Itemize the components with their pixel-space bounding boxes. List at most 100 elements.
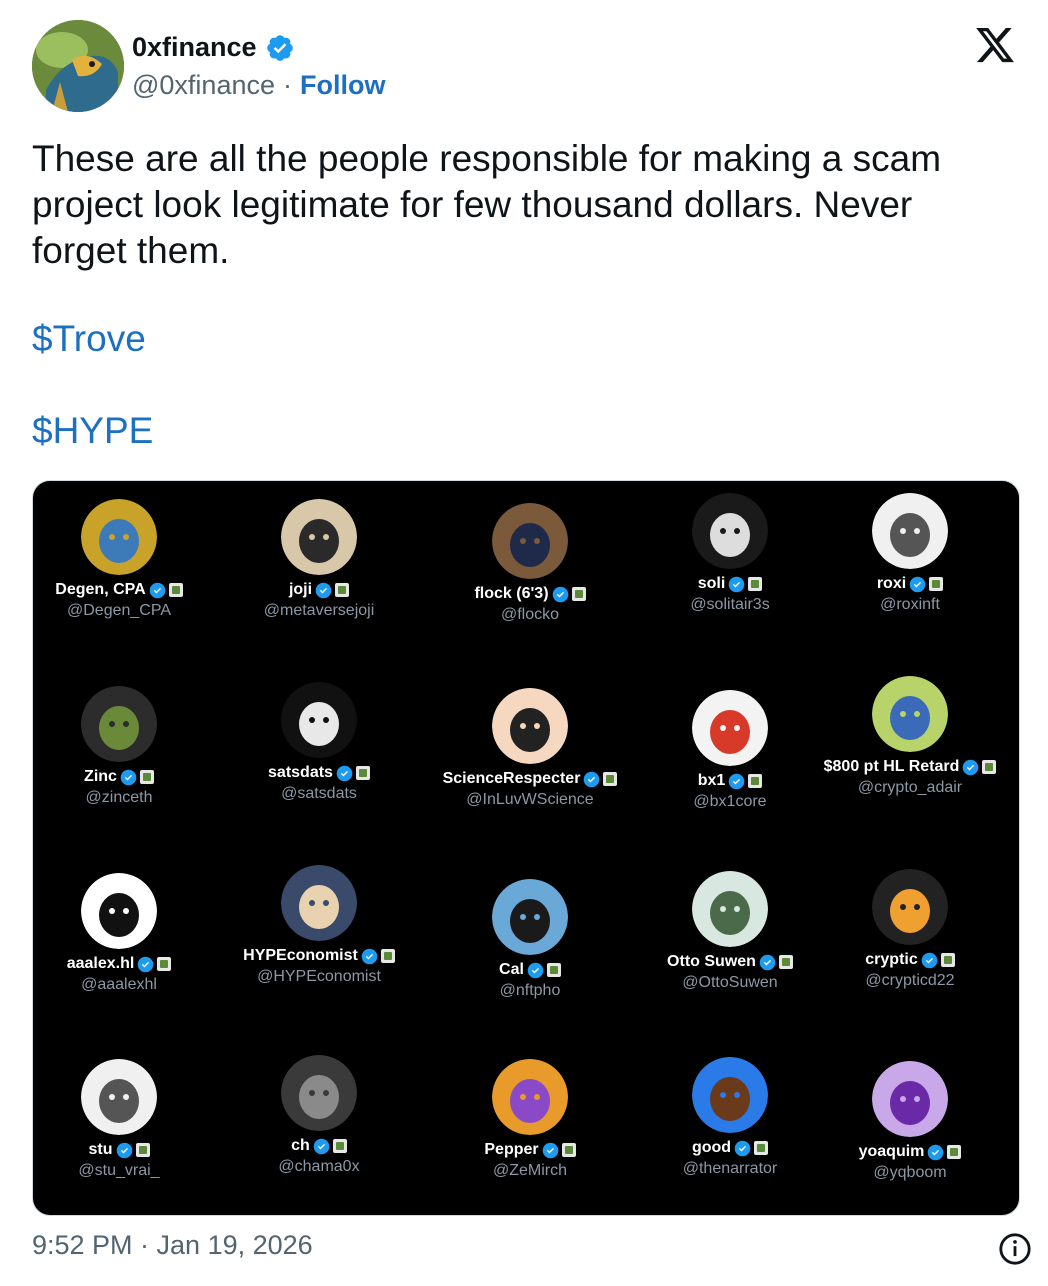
affiliate-badge-icon	[982, 760, 997, 774]
media-person-card: flock (6'3) @flocko	[430, 503, 630, 624]
media-person-avatar	[692, 690, 768, 766]
media-person-avatar	[872, 676, 948, 752]
media-person-name-row: yoaquim	[810, 1143, 1010, 1161]
verified-badge-icon	[928, 1144, 944, 1160]
media-person-name-row: stu	[33, 1141, 219, 1159]
media-person-card: aaalex.hl @aaalexhl	[33, 873, 219, 994]
affiliate-badge-icon	[135, 1143, 150, 1157]
affiliate-badge-icon	[778, 955, 793, 969]
follow-button[interactable]: Follow	[300, 70, 385, 101]
affiliate-badge-icon	[603, 772, 618, 786]
affiliate-badge-icon	[940, 953, 955, 967]
media-person-name-row: flock (6'3)	[430, 585, 630, 603]
media-person-handle: @crypticd22	[865, 972, 955, 989]
author-name-row: 0xfinance	[132, 32, 295, 63]
media-person-avatar	[492, 879, 568, 955]
verified-badge-icon	[728, 773, 745, 789]
media-person-card: HYPEconomist @HYPEconomist	[219, 865, 419, 986]
verified-badge-icon	[759, 954, 776, 970]
media-person-handle: @Degen_CPA	[67, 602, 171, 619]
media-person-handle: @zinceth	[85, 789, 153, 806]
media-person-name: HYPEconomist	[243, 947, 358, 964]
media-person-handle: @roxinft	[880, 596, 940, 613]
verified-badge-icon	[552, 586, 568, 602]
info-icon[interactable]	[998, 1232, 1032, 1266]
affiliate-badge-icon	[168, 583, 183, 597]
media-person-handle: @crypto_adair	[857, 779, 963, 796]
media-person-name-row: Otto Suwen	[630, 953, 830, 971]
cashtag-trove[interactable]: $Trove	[32, 318, 146, 360]
media-person-handle: @yqboom	[873, 1164, 947, 1181]
media-person-card: soli @solitair3s	[630, 493, 830, 614]
media-person-name-row: Pepper	[430, 1141, 630, 1159]
media-person-handle: @bx1core	[693, 793, 767, 810]
author-handle[interactable]: @0xfinance	[132, 70, 275, 101]
media-person-card: Otto Suwen @OttoSuwen	[630, 871, 830, 992]
media-person-name-row: good	[630, 1139, 830, 1157]
author-handle-row: @0xfinance · Follow	[132, 70, 385, 101]
media-person-card: stu @stu_vrai_	[33, 1059, 219, 1180]
tweet-text: These are all the people responsible for…	[32, 138, 942, 271]
verified-badge-icon	[361, 948, 378, 964]
affiliate-badge-icon	[748, 774, 763, 788]
media-person-handle: @InLuvWScience	[466, 791, 594, 808]
affiliate-badge-icon	[947, 1145, 962, 1159]
media-person-card: yoaquim @yqboom	[810, 1061, 1010, 1182]
media-person-avatar	[281, 682, 357, 758]
media-person-avatar	[692, 493, 768, 569]
verified-badge-icon	[921, 952, 938, 968]
media-person-avatar	[81, 873, 157, 949]
media-person-handle: @OttoSuwen	[682, 974, 778, 991]
author-display-name[interactable]: 0xfinance	[132, 32, 257, 63]
media-person-card: bx1 @bx1core	[630, 690, 830, 811]
affiliate-badge-icon	[332, 1139, 347, 1153]
media-person-name-row: soli	[630, 575, 830, 593]
affiliate-badge-icon	[561, 1143, 576, 1157]
media-person-card: roxi @roxinft	[810, 493, 1010, 614]
media-person-avatar	[81, 499, 157, 575]
media-person-name: Degen, CPA	[55, 581, 146, 598]
media-person-avatar	[81, 686, 157, 762]
tweet-timestamp[interactable]: 9:52 PM · Jan 19, 2026	[32, 1230, 313, 1261]
media-person-avatar	[692, 871, 768, 947]
verified-badge-icon	[336, 765, 353, 781]
handle-separator: ·	[283, 70, 292, 100]
media-person-avatar	[872, 1061, 948, 1137]
tweet-media-image[interactable]: Degen, CPA @Degen_CPA joji @metaversejoji fl…	[32, 480, 1020, 1216]
media-person-avatar	[492, 503, 568, 579]
verified-badge-icon	[734, 1140, 751, 1156]
media-person-name-row: aaalex.hl	[33, 955, 219, 973]
media-person-name: joji	[288, 581, 313, 598]
media-person-card: $800 pt HL Retard @crypto_adair	[810, 676, 1010, 797]
media-person-avatar	[281, 865, 357, 941]
affiliate-badge-icon	[380, 949, 395, 963]
media-person-name: Otto Suwen	[667, 953, 756, 970]
media-person-name: stu	[88, 1141, 113, 1158]
media-person-handle: @solitair3s	[690, 596, 770, 613]
media-person-name-row: ch	[219, 1137, 419, 1155]
media-person-avatar	[692, 1057, 768, 1133]
x-logo-icon[interactable]	[974, 24, 1016, 66]
media-person-name-row: Degen, CPA	[33, 581, 219, 599]
media-person-name-row: bx1	[630, 772, 830, 790]
author-avatar[interactable]	[32, 20, 124, 112]
cashtag-hype[interactable]: $HYPE	[32, 410, 153, 452]
media-person-handle: @flocko	[500, 606, 560, 623]
affiliate-badge-icon	[355, 766, 370, 780]
media-person-name: cryptic	[865, 951, 918, 968]
media-person-name-row: joji	[219, 581, 419, 599]
media-person-handle: @thenarrator	[682, 1160, 778, 1177]
verified-badge-icon	[542, 1142, 558, 1158]
media-person-card: Cal @nftpho	[430, 879, 630, 1000]
media-person-name: Pepper	[484, 1141, 539, 1158]
affiliate-badge-icon	[335, 583, 350, 597]
media-person-handle: @metaversejoji	[263, 602, 375, 619]
affiliate-badge-icon	[157, 957, 172, 971]
verified-badge-icon	[313, 1138, 330, 1154]
media-person-name: yoaquim	[858, 1143, 925, 1160]
media-person-card: Pepper @ZeMirch	[430, 1059, 630, 1180]
affiliate-badge-icon	[929, 577, 944, 591]
media-person-name: roxi	[876, 575, 907, 592]
verified-badge-icon	[527, 962, 544, 978]
media-person-name-row: $800 pt HL Retard	[810, 758, 1010, 776]
